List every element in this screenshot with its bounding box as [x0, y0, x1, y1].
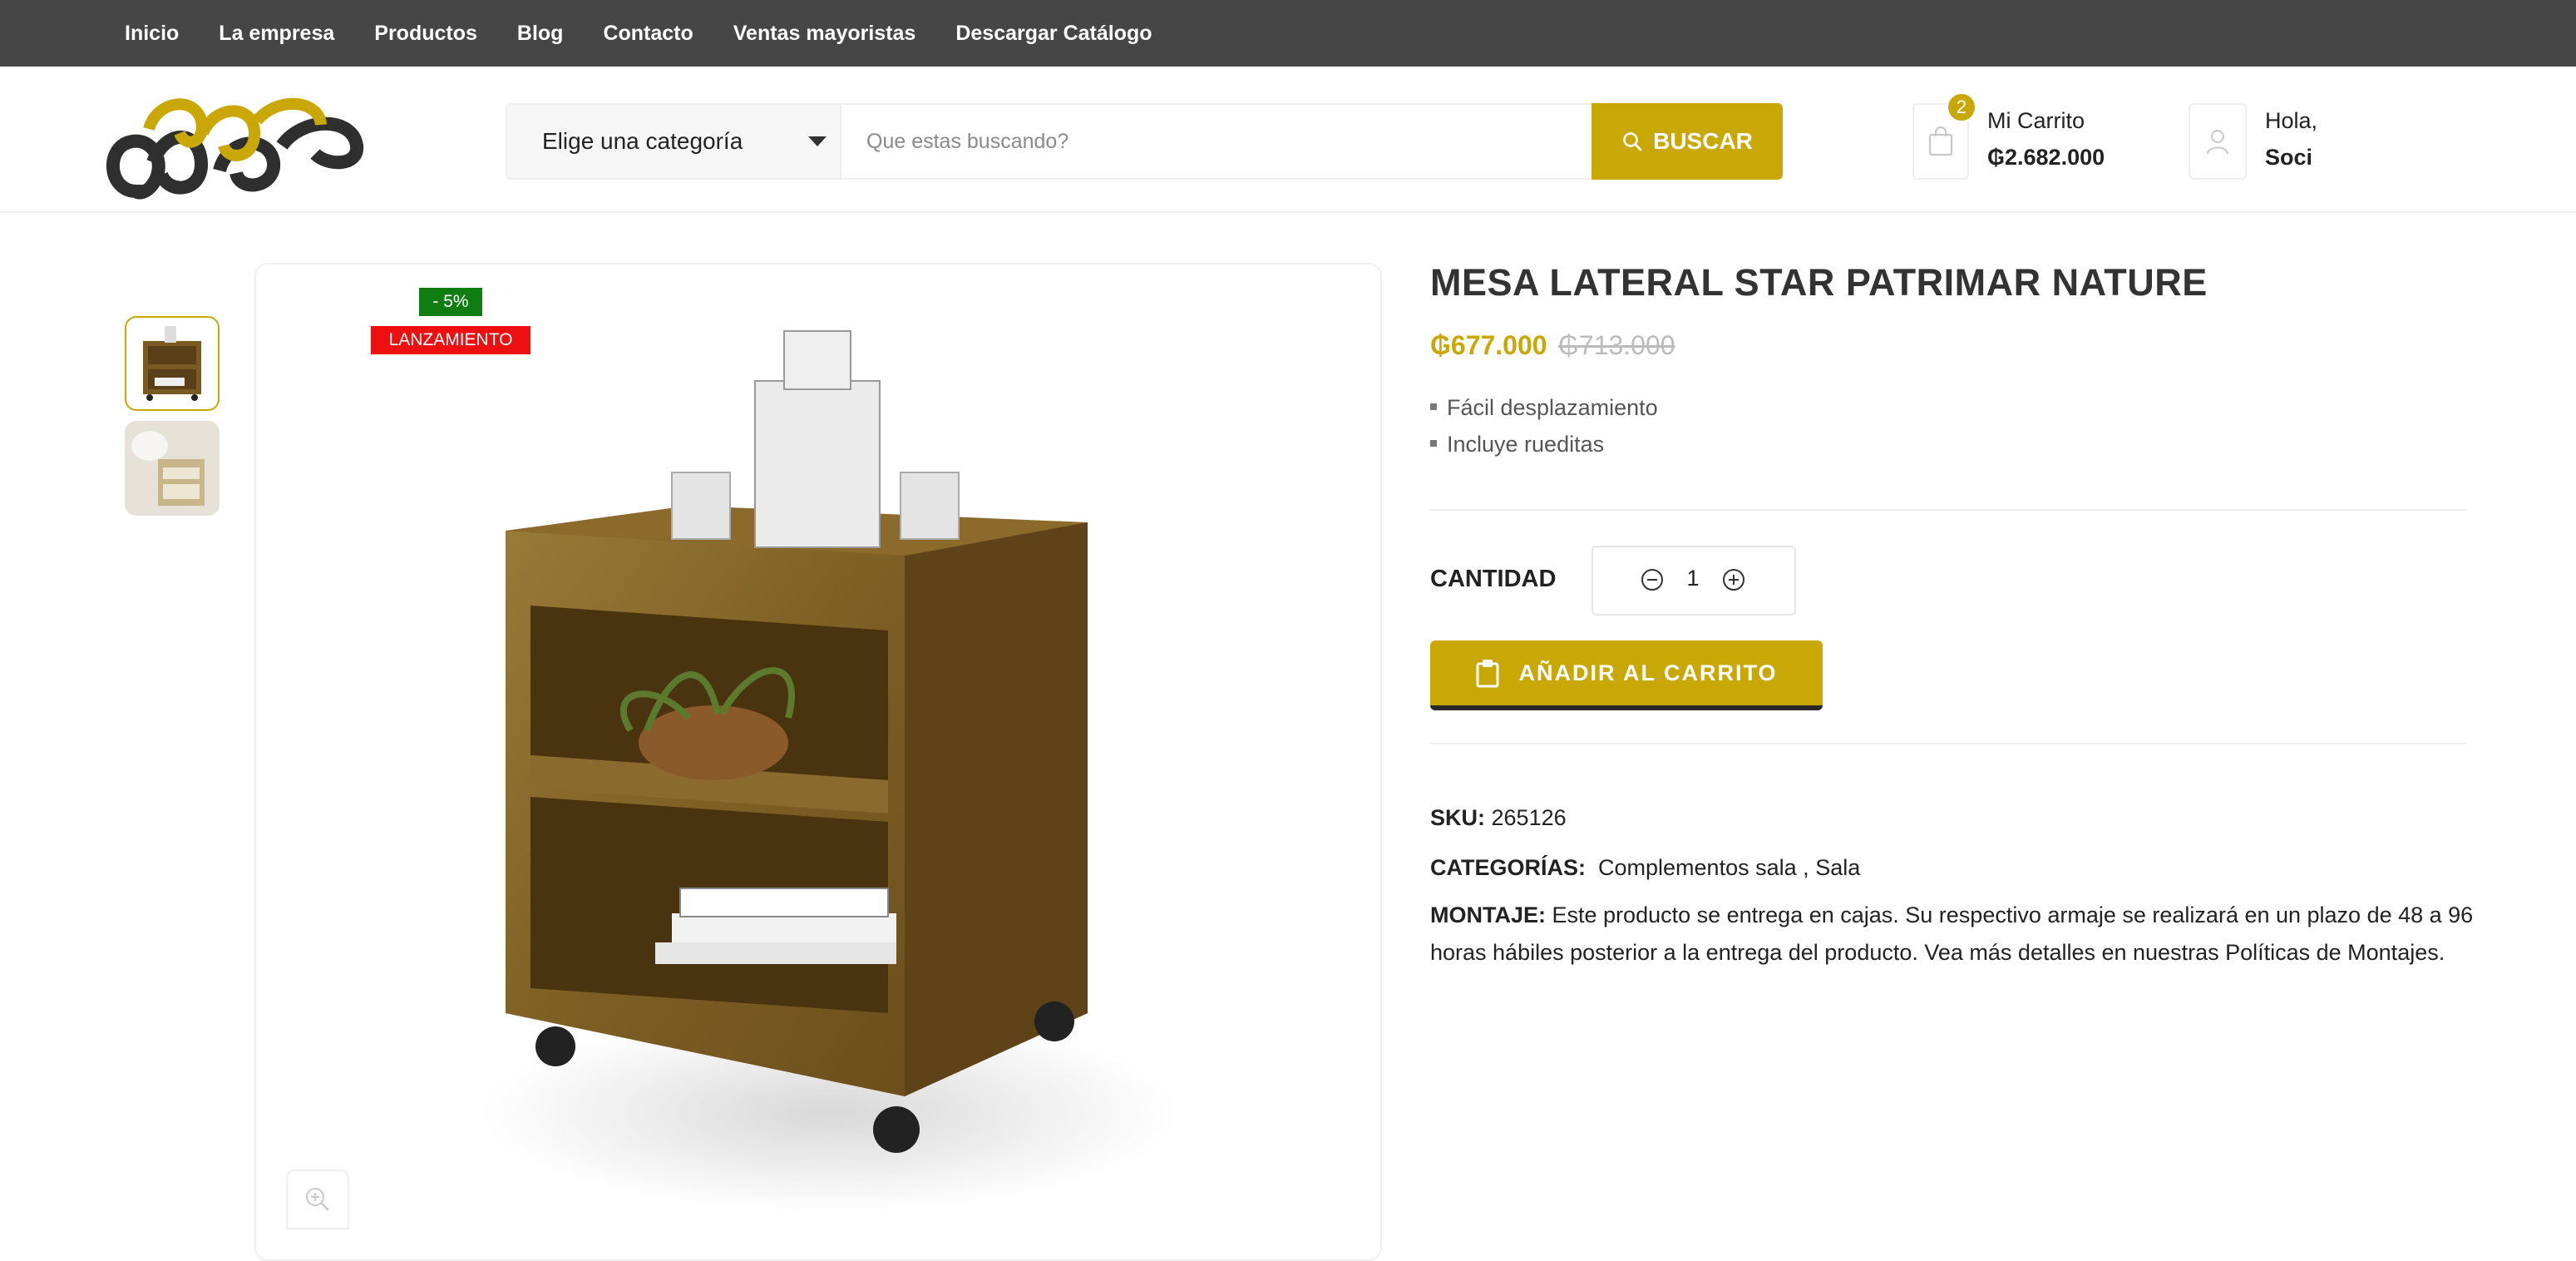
quantity-decrease-button[interactable] — [1640, 567, 1665, 592]
nav-link-blog[interactable]: Blog — [517, 22, 564, 46]
search-bar: Elige una categoría BUSCAR — [506, 103, 1783, 180]
cart-total: ₲2.682.000 — [1987, 145, 2105, 170]
feature-list: Fácil desplazamiento Incluye rueditas — [1430, 389, 1658, 462]
top-nav-bar: Inicio La empresa Productos Blog Contact… — [0, 0, 2576, 67]
account-menu[interactable]: Hola, Soci — [2189, 103, 2355, 183]
sku-row: SKU: 265126 — [1430, 805, 1567, 831]
search-icon — [1623, 132, 1642, 151]
chevron-down-icon — [808, 136, 827, 146]
mini-cart[interactable]: 2 Mi Carrito ₲2.682.000 — [1912, 91, 2129, 183]
product-main-image[interactable] — [254, 263, 1382, 1261]
thumbnail-image — [143, 326, 201, 401]
nav-link-inicio[interactable]: Inicio — [125, 22, 179, 46]
add-to-cart-label: AÑADIR AL CARRITO — [1518, 660, 1778, 685]
clipboard-bag-icon — [1476, 660, 1499, 688]
nav-link-contacto[interactable]: Contacto — [603, 22, 693, 46]
list-item: Incluye rueditas — [1430, 426, 1658, 462]
nav-link-ventas-mayoristas[interactable]: Ventas mayoristas — [733, 22, 916, 46]
plus-circle-icon — [1723, 569, 1744, 591]
category-select[interactable]: Elige una categoría — [507, 105, 841, 178]
montaje-text: Este producto se entrega en cajas. Su re… — [1430, 902, 2474, 965]
montaje-label: MONTAJE: — [1430, 902, 1546, 927]
categories-separator: , — [1803, 855, 1809, 880]
quantity-value[interactable]: 1 — [1681, 566, 1705, 591]
search-button[interactable]: BUSCAR — [1591, 103, 1783, 180]
site-logo[interactable] — [103, 83, 378, 200]
shopping-bag-icon — [1928, 126, 1953, 156]
account-greeting: Hola, — [2265, 108, 2318, 133]
montaje-info: MONTAJE: Este producto se entrega en caj… — [1430, 897, 2478, 972]
price-current: ₲677.000 — [1430, 330, 1547, 360]
zoom-button[interactable] — [286, 1170, 349, 1229]
quantity-stepper: 1 — [1591, 546, 1796, 616]
add-to-cart-button[interactable]: AÑADIR AL CARRITO — [1430, 640, 1823, 710]
launch-badge: LANZAMIENTO — [371, 326, 530, 354]
top-nav: Inicio La empresa Productos Blog Contact… — [125, 0, 1192, 67]
product-thumbnail-2[interactable] — [125, 421, 220, 516]
list-item: Fácil desplazamiento — [1430, 389, 1658, 426]
nav-link-la-empresa[interactable]: La empresa — [219, 22, 334, 46]
minus-circle-icon — [1641, 569, 1663, 591]
nav-link-productos[interactable]: Productos — [374, 22, 477, 46]
quantity-label: CANTIDAD — [1430, 566, 1557, 592]
divider — [1430, 509, 2466, 511]
user-icon — [2207, 130, 2228, 155]
category-link-sala[interactable]: Sala — [1815, 855, 1860, 880]
price-old: ₲713.000 — [1558, 330, 1675, 360]
search-button-label: BUSCAR — [1653, 128, 1753, 154]
categories-row: CATEGORÍAS: Complementos sala , Sala — [1430, 855, 1860, 881]
account-name: Soci — [2265, 145, 2313, 170]
divider — [1430, 743, 2466, 744]
categories-label: CATEGORÍAS: — [1430, 855, 1586, 880]
cart-count-badge: 2 — [1946, 91, 1977, 123]
logo-graphic — [106, 97, 364, 200]
quantity-increase-button[interactable] — [1721, 567, 1746, 592]
sku-value: 265126 — [1491, 805, 1567, 830]
product-image-graphic — [481, 330, 1179, 1213]
cart-title: Mi Carrito — [1987, 108, 2085, 133]
zoom-in-icon — [306, 1188, 329, 1211]
search-input[interactable] — [841, 105, 1591, 178]
account-icon-box[interactable] — [2189, 103, 2247, 180]
category-link-complementos-sala[interactable]: Complementos sala — [1598, 855, 1797, 880]
nav-link-descargar-catalogo[interactable]: Descargar Catálogo — [955, 22, 1152, 46]
category-select-value: Elige una categoría — [542, 128, 743, 154]
sku-label: SKU: — [1430, 805, 1485, 830]
product-thumbnail-1[interactable] — [125, 316, 220, 411]
discount-badge: - 5% — [419, 288, 482, 316]
product-title: MESA LATERAL STAR PATRIMAR NATURE — [1430, 261, 2208, 304]
thumbnail-image — [125, 421, 220, 516]
